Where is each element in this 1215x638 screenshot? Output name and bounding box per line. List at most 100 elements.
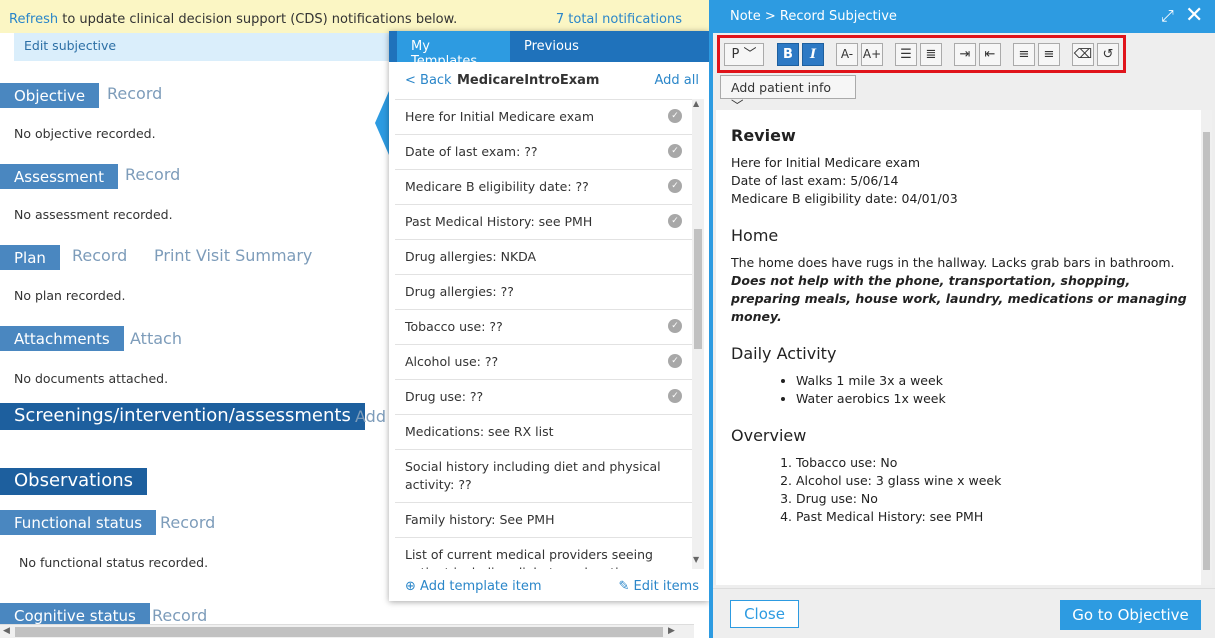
template-item[interactable]: Drug allergies: ?? — [395, 275, 692, 310]
indent-icon[interactable]: ⇥ — [954, 43, 976, 66]
template-item-label: Medicare B eligibility date: ?? — [405, 179, 589, 194]
add-screening-link[interactable]: Add — [355, 407, 386, 426]
add-template-item-button[interactable]: ⊕ Add template item — [405, 579, 542, 594]
total-notifications-link[interactable]: 7 total notifications — [556, 12, 682, 27]
functional-status-note: No functional status recorded. — [19, 555, 209, 570]
close-button[interactable]: Close — [730, 600, 799, 628]
section-label-objective: Objective — [0, 83, 100, 108]
scroll-down-arrow-icon[interactable]: ▼ — [693, 555, 699, 564]
bullet-list-icon[interactable]: ☰ — [895, 43, 917, 66]
review-heading: Review — [731, 126, 796, 145]
template-item[interactable]: Medications: see RX list — [395, 415, 692, 450]
template-item-list: Here for Initial Medicare exam ✓ Date of l… — [395, 99, 692, 569]
template-item-label: Date of last exam: ?? — [405, 144, 538, 159]
note-content[interactable]: Review Here for Initial Medicare exam Da… — [731, 126, 1191, 544]
list-item: Past Medical History: see PMH — [796, 508, 1191, 526]
home-heading: Home — [731, 226, 779, 245]
editor-scroll-thumb[interactable] — [1203, 132, 1210, 570]
daily-activity-block: Daily Activity Walks 1 mile 3x a week Wa… — [731, 344, 1191, 408]
list-item: Alcohol use: 3 glass wine x week — [796, 472, 1191, 490]
add-patient-info-dropdown[interactable]: Add patient info ﹀ — [720, 75, 856, 113]
template-item[interactable]: Medicare B eligibility date: ?? ✓ — [395, 170, 692, 205]
check-circle-icon: ✓ — [668, 389, 682, 403]
go-to-objective-button[interactable]: Go to Objective — [1060, 600, 1201, 630]
review-line: Medicare B eligibility date: 04/01/03 — [731, 191, 958, 206]
list-item: Drug use: No — [796, 490, 1191, 508]
undo-icon[interactable]: ↺ — [1097, 43, 1119, 66]
paragraph-style-dropdown[interactable]: P ﹀ — [724, 43, 764, 66]
refresh-link[interactable]: Refresh — [9, 12, 58, 27]
list-item: Tobacco use: No — [796, 454, 1191, 472]
scroll-up-arrow-icon[interactable]: ▲ — [693, 99, 699, 108]
panel-title: Note > Record Subjective — [730, 9, 897, 24]
italic-button[interactable]: I — [802, 43, 824, 66]
template-item-label: Tobacco use: ?? — [405, 319, 503, 334]
templates-popup: My Templates Previous < Back MedicareInt… — [389, 31, 709, 601]
plus-circle-icon: ⊕ — [405, 579, 416, 594]
tab-my-templates[interactable]: My Templates — [397, 31, 510, 69]
overview-block: Overview Tobacco use: No Alcohol use: 3 … — [731, 426, 1191, 526]
attach-link[interactable]: Attach — [130, 329, 182, 348]
align-center-icon[interactable]: ≡ — [1038, 43, 1060, 66]
record-objective-link[interactable]: Record — [107, 84, 162, 103]
eraser-icon[interactable]: ⌫ — [1072, 43, 1094, 66]
edit-subjective-link[interactable]: Edit subjective — [14, 33, 434, 61]
scroll-left-arrow-icon[interactable]: ◀ — [3, 626, 10, 636]
template-item[interactable]: Date of last exam: ?? ✓ — [395, 135, 692, 170]
template-item[interactable]: Past Medical History: see PMH ✓ — [395, 205, 692, 240]
record-subjective-panel: Note > Record Subjective ⤢ ✕ P ﹀ B I A- … — [709, 0, 1215, 638]
daily-activity-list: Walks 1 mile 3x a week Water aerobics 1x… — [796, 372, 1191, 408]
numbered-list-icon[interactable]: ≣ — [920, 43, 942, 66]
cds-notification-bar: Refresh to update clinical decision supp… — [0, 0, 709, 33]
template-item[interactable]: Family history: See PMH — [395, 503, 692, 538]
section-label-assessment: Assessment — [0, 164, 118, 189]
daily-activity-heading: Daily Activity — [731, 344, 837, 363]
pencil-icon: ✎ — [618, 579, 630, 594]
objective-note: No objective recorded. — [14, 126, 156, 141]
template-footer: ⊕ Add template item ✎ Edit items — [395, 571, 705, 601]
tab-previous[interactable]: Previous — [510, 31, 593, 62]
note-editor[interactable]: Review Here for Initial Medicare exam Da… — [716, 110, 1212, 585]
horizontal-scrollbar[interactable]: ◀ ▶ — [0, 624, 694, 638]
list-item: Water aerobics 1x week — [796, 390, 1191, 408]
template-item[interactable]: Here for Initial Medicare exam ✓ — [395, 100, 692, 135]
bold-button[interactable]: B — [777, 43, 799, 66]
outdent-icon[interactable]: ⇤ — [979, 43, 1001, 66]
template-item[interactable]: Tobacco use: ?? ✓ — [395, 310, 692, 345]
template-item[interactable]: Alcohol use: ?? ✓ — [395, 345, 692, 380]
increase-font-button[interactable]: A+ — [861, 43, 883, 66]
check-circle-icon: ✓ — [668, 179, 682, 193]
record-cognitive-status-link[interactable]: Record — [152, 606, 207, 625]
template-list-scrollbar[interactable]: ▲ ▼ — [692, 99, 704, 569]
align-left-icon[interactable]: ≡ — [1013, 43, 1035, 66]
editor-scrollbar[interactable] — [1201, 110, 1212, 585]
record-functional-status-link[interactable]: Record — [160, 513, 215, 532]
template-item[interactable]: List of current medical providers seeing… — [395, 538, 692, 569]
popup-pointer — [375, 91, 389, 155]
template-item[interactable]: Social history including diet and physic… — [395, 450, 692, 503]
scroll-right-arrow-icon[interactable]: ▶ — [668, 626, 675, 636]
section-label-screenings: Screenings/intervention/assessments — [0, 403, 365, 430]
horizontal-scroll-thumb[interactable] — [15, 627, 663, 637]
home-line: The home does have rugs in the hallway. … — [731, 255, 1175, 270]
list-item: Walks 1 mile 3x a week — [796, 372, 1191, 390]
attachments-note: No documents attached. — [14, 371, 169, 386]
close-icon[interactable]: ✕ — [1185, 3, 1203, 28]
record-plan-link[interactable]: Record — [72, 246, 127, 265]
template-item[interactable]: Drug allergies: NKDA — [395, 240, 692, 275]
chevron-down-icon: ﹀ — [743, 47, 757, 62]
expand-icon[interactable]: ⤢ — [1161, 6, 1174, 26]
template-item-label: Drug allergies: ?? — [405, 284, 514, 299]
add-all-link[interactable]: Add all — [655, 73, 700, 88]
record-assessment-link[interactable]: Record — [125, 165, 180, 184]
template-item[interactable]: Drug use: ?? ✓ — [395, 380, 692, 415]
print-visit-summary-link[interactable]: Print Visit Summary — [154, 246, 312, 265]
decrease-font-button[interactable]: A- — [836, 43, 858, 66]
back-link[interactable]: < Back — [405, 73, 452, 88]
template-item-label: Drug allergies: NKDA — [405, 249, 537, 264]
home-emphasis: Does not help with the phone, transporta… — [731, 273, 1187, 324]
edit-items-button[interactable]: ✎ Edit items — [619, 579, 700, 594]
template-list-scroll-thumb[interactable] — [694, 229, 702, 349]
assessment-note: No assessment recorded. — [14, 207, 173, 222]
template-item-label: Family history: See PMH — [405, 512, 555, 527]
